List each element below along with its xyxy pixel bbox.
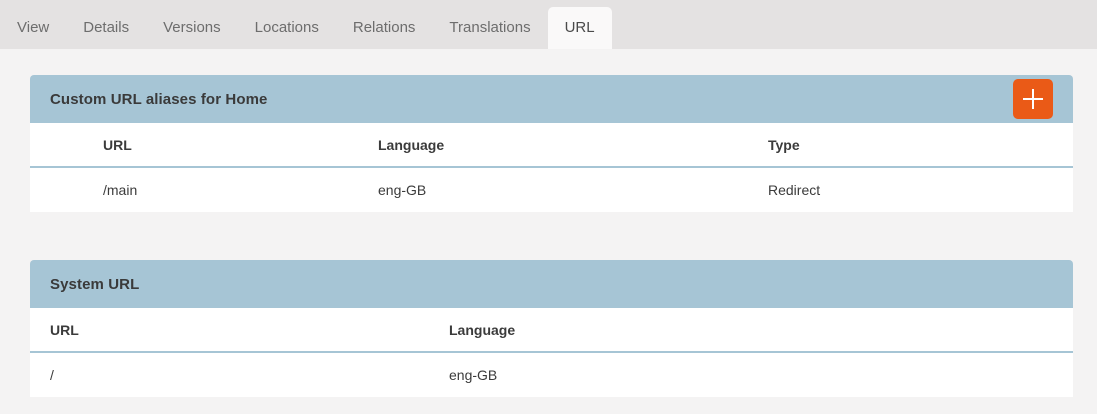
tab-locations[interactable]: Locations — [238, 7, 336, 49]
column-header-language: Language — [449, 308, 1073, 352]
plus-icon — [1021, 87, 1045, 111]
custom-url-aliases-panel: Custom URL aliases for Home URL Language — [30, 75, 1073, 212]
language-cell: eng-GB — [378, 167, 768, 212]
system-url-header-row: URL Language — [30, 308, 1073, 352]
system-url-header: System URL — [30, 260, 1073, 308]
column-header-url: URL — [30, 308, 449, 352]
custom-url-aliases-header: Custom URL aliases for Home — [30, 75, 1073, 123]
tab-relations[interactable]: Relations — [336, 7, 433, 49]
tab-view[interactable]: View — [0, 7, 66, 49]
system-url-table: URL Language / eng-GB — [30, 308, 1073, 397]
checkbox-cell — [30, 167, 103, 212]
tab-url[interactable]: URL — [548, 7, 612, 49]
custom-alias-row: /main eng-GB Redirect — [30, 167, 1073, 212]
custom-aliases-table: URL Language Type /main eng-GB Redirect — [30, 123, 1073, 212]
column-header-url: URL — [103, 123, 378, 167]
tab-details[interactable]: Details — [66, 7, 146, 49]
system-url-panel: System URL URL Language / eng-GB — [30, 260, 1073, 397]
panel-title: Custom URL aliases for Home — [50, 91, 267, 108]
content-tab-bar: View Details Versions Locations Relation… — [0, 0, 1097, 49]
column-header-type: Type — [768, 123, 1073, 167]
tab-translations[interactable]: Translations — [432, 7, 547, 49]
panel-title: System URL — [50, 276, 139, 293]
system-url-row: / eng-GB — [30, 352, 1073, 397]
column-header-language: Language — [378, 123, 768, 167]
checkbox-column-header — [30, 123, 103, 167]
custom-aliases-header-row: URL Language Type — [30, 123, 1073, 167]
url-cell: / — [30, 352, 449, 397]
url-tab-content: Custom URL aliases for Home URL Language — [0, 49, 1097, 397]
language-cell: eng-GB — [449, 352, 1073, 397]
url-cell: /main — [103, 167, 378, 212]
add-url-alias-button[interactable] — [1013, 79, 1053, 119]
type-cell: Redirect — [768, 167, 1073, 212]
tab-versions[interactable]: Versions — [146, 7, 238, 49]
